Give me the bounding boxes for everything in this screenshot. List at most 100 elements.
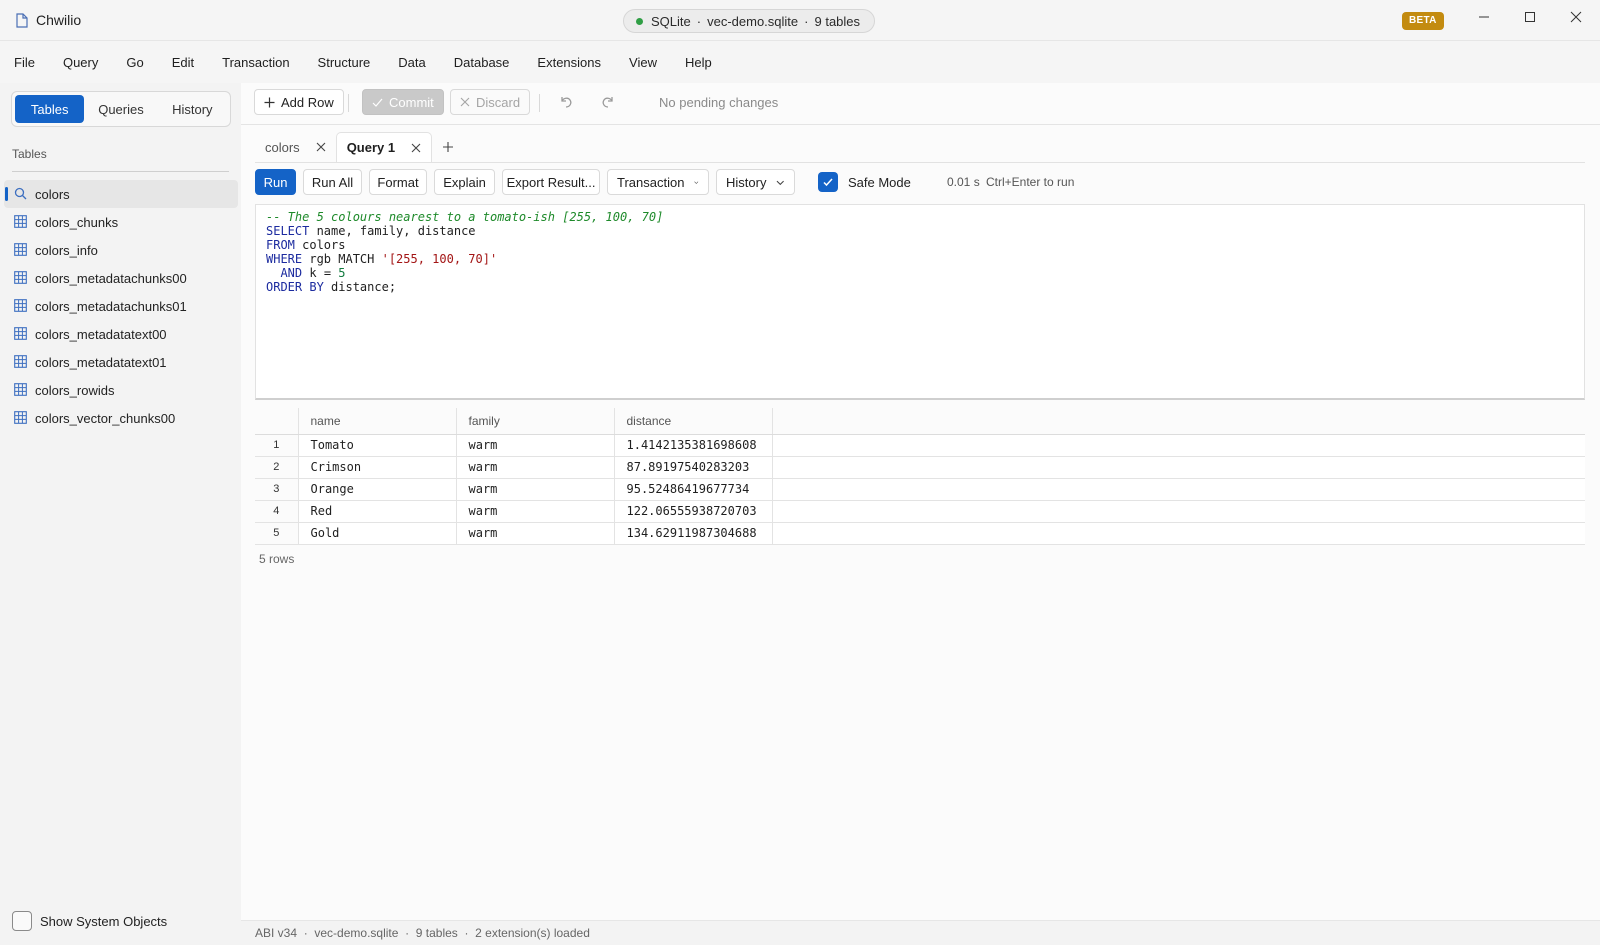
column-header-name[interactable]: name [298, 408, 457, 435]
run-button[interactable]: Run [255, 169, 296, 195]
tab-colors[interactable]: colors [255, 132, 336, 162]
menu-structure[interactable]: Structure [318, 55, 385, 70]
run-all-button[interactable]: Run All [303, 169, 362, 195]
transaction-label: Transaction [617, 174, 685, 190]
sidebar-item-colors-rowids[interactable]: colors_rowids [4, 376, 238, 404]
safe-mode-checkbox[interactable] [818, 172, 838, 192]
table-row[interactable]: 3 Orange warm 95.52486419677734 [255, 478, 1585, 501]
minimize-button[interactable] [1461, 0, 1507, 34]
column-header-filler [772, 408, 1585, 435]
sidebar-tab-queries[interactable]: Queries [86, 95, 155, 123]
menu-query[interactable]: Query [63, 55, 112, 70]
cell-name[interactable]: Orange [298, 478, 457, 501]
menu-database[interactable]: Database [454, 55, 524, 70]
cell-family[interactable]: warm [456, 478, 615, 501]
redo-icon[interactable] [599, 93, 617, 111]
table-row[interactable]: 5 Gold warm 134.62911987304688 [255, 522, 1585, 545]
cell-filler [772, 478, 1585, 501]
new-tab-icon[interactable] [442, 141, 454, 153]
connection-file: vec-demo.sqlite [707, 13, 799, 29]
sidebar-section-label: Tables [12, 147, 47, 161]
cell-family[interactable]: warm [456, 434, 615, 457]
sidebar-item-colors-vector-chunks00[interactable]: colors_vector_chunks00 [4, 404, 238, 432]
menu-file[interactable]: File [14, 55, 49, 70]
sidebar-item-colors-metadatatext01[interactable]: colors_metadatatext01 [4, 348, 238, 376]
cell-distance[interactable]: 122.06555938720703 [614, 500, 773, 523]
sidebar: Tables Queries History Tables colors col… [0, 83, 241, 945]
main-panel: Add Row Commit Discard No pending change… [241, 83, 1600, 920]
cell-distance[interactable]: 134.62911987304688 [614, 522, 773, 545]
table-row[interactable]: 2 Crimson warm 87.89197540283203 [255, 456, 1585, 479]
table-icon [14, 243, 27, 256]
cell-family[interactable]: warm [456, 456, 615, 479]
cell-distance[interactable]: 87.89197540283203 [614, 456, 773, 479]
transaction-dropdown[interactable]: Transaction [607, 169, 709, 195]
sql-text: colors [294, 238, 346, 252]
row-number: 4 [255, 500, 299, 523]
menu-data[interactable]: Data [398, 55, 439, 70]
menu-go[interactable]: Go [126, 55, 157, 70]
cell-distance[interactable]: 95.52486419677734 [614, 478, 773, 501]
table-icon [14, 271, 27, 284]
sql-keyword: AND [280, 266, 303, 280]
sidebar-tab-tables[interactable]: Tables [15, 95, 85, 123]
cell-family[interactable]: warm [456, 500, 615, 523]
sidebar-divider [12, 171, 229, 172]
sidebar-item-label: colors_info [35, 242, 98, 258]
data-toolbar: Add Row Commit Discard No pending change… [241, 83, 1600, 125]
elapsed-time: 0.01 s [947, 175, 980, 189]
show-system-objects-checkbox[interactable] [12, 911, 32, 931]
cell-name[interactable]: Crimson [298, 456, 457, 479]
close-tab-icon[interactable] [411, 143, 421, 153]
show-system-objects-toggle[interactable]: Show System Objects [12, 911, 167, 931]
maximize-button[interactable] [1507, 0, 1553, 34]
table-row[interactable]: 1 Tomato warm 1.4142135381698608 [255, 434, 1585, 457]
sidebar-item-colors-metadatachunks00[interactable]: colors_metadatachunks00 [4, 264, 238, 292]
cell-name[interactable]: Gold [298, 522, 457, 545]
menu-transaction[interactable]: Transaction [222, 55, 303, 70]
sidebar-item-colors-chunks[interactable]: colors_chunks [4, 208, 238, 236]
query-toolbar: Run Run All Format Explain Export Result… [241, 169, 1600, 197]
connection-pill[interactable]: SQLite · vec-demo.sqlite · 9 tables [623, 9, 876, 33]
menu-view[interactable]: View [629, 55, 671, 70]
sql-editor[interactable]: -- The 5 colours nearest to a tomato-ish… [255, 204, 1585, 400]
row-count: 5 rows [259, 552, 295, 566]
cell-family[interactable]: warm [456, 522, 615, 545]
code-line: FROM colors [266, 238, 1574, 252]
sidebar-item-colors-metadatachunks01[interactable]: colors_metadatachunks01 [4, 292, 238, 320]
close-tab-icon[interactable] [316, 142, 326, 152]
code-line: WHERE rgb MATCH '[255, 100, 70]' [266, 252, 1574, 266]
history-dropdown[interactable]: History [716, 169, 795, 195]
connection-engine: SQLite [651, 13, 691, 29]
results-grid: name family distance 1 Tomato warm 1.414… [255, 408, 1585, 545]
sidebar-segmented-control: Tables Queries History [11, 91, 231, 127]
menu-edit[interactable]: Edit [172, 55, 208, 70]
close-window-button[interactable] [1553, 0, 1599, 34]
connection-tables: 9 tables [814, 13, 861, 29]
sql-text: name, family, distance [309, 224, 476, 238]
cell-name[interactable]: Red [298, 500, 457, 523]
code-line: SELECT name, family, distance [266, 224, 1574, 238]
add-row-button[interactable]: Add Row [254, 89, 344, 115]
cell-distance[interactable]: 1.4142135381698608 [614, 434, 773, 457]
table-row[interactable]: 4 Red warm 122.06555938720703 [255, 500, 1585, 523]
table-icon [14, 383, 27, 396]
sidebar-item-colors-metadatatext00[interactable]: colors_metadatatext00 [4, 320, 238, 348]
column-header-family[interactable]: family [456, 408, 615, 435]
menu-extensions[interactable]: Extensions [537, 55, 615, 70]
menu-help[interactable]: Help [685, 55, 726, 70]
maximize-icon [1525, 12, 1535, 22]
undo-icon[interactable] [557, 93, 575, 111]
commit-button[interactable]: Commit [362, 89, 444, 115]
sidebar-tab-history[interactable]: History [158, 95, 227, 123]
discard-button[interactable]: Discard [450, 89, 531, 115]
explain-button[interactable]: Explain [434, 169, 495, 195]
sidebar-item-colors-info[interactable]: colors_info [4, 236, 238, 264]
column-header-distance[interactable]: distance [614, 408, 773, 435]
tab-query-1[interactable]: Query 1 [335, 132, 433, 162]
table-icon [14, 327, 27, 340]
sidebar-item-colors[interactable]: colors [4, 180, 238, 208]
export-result-button[interactable]: Export Result... [502, 169, 600, 195]
format-button[interactable]: Format [369, 169, 427, 195]
cell-name[interactable]: Tomato [298, 434, 457, 457]
